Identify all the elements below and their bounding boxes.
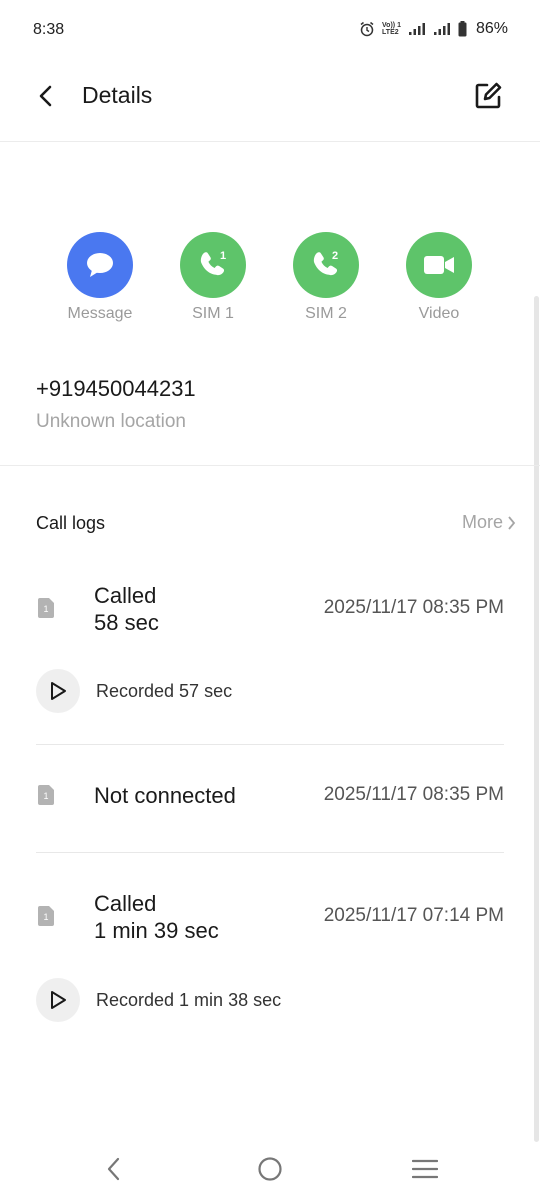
edit-icon	[475, 82, 502, 109]
video-label: Video	[418, 305, 460, 322]
sim-card-icon: 1	[38, 598, 54, 618]
message-icon	[87, 253, 113, 277]
call-log-item[interactable]: 1 Not connected 2025/11/17 08:35 PM	[36, 775, 504, 815]
contact-info: +919450044231 Unknown location	[36, 376, 196, 433]
call-log-item[interactable]: 1 Called 58 sec 2025/11/17 08:35 PM	[36, 580, 504, 640]
call-status-line1: Called	[94, 583, 157, 608]
message-action[interactable]: Message	[50, 232, 150, 323]
recording-label: Recorded 57 sec	[96, 681, 233, 701]
play-button[interactable]	[36, 669, 80, 713]
alarm-icon	[359, 21, 375, 37]
nav-back-icon	[107, 1157, 120, 1181]
signal-sim2-icon	[433, 22, 451, 36]
play-icon	[51, 991, 66, 1009]
phone-sim1-icon: 1	[200, 250, 226, 276]
call-datetime: 2025/11/17 07:14 PM	[323, 905, 504, 926]
status-icons: Vo)) 1 LTE2 86%	[359, 20, 508, 38]
call-duration: 58 sec	[94, 610, 159, 635]
sim2-call-circle[interactable]: 2	[293, 232, 359, 298]
section-divider	[0, 465, 540, 466]
chevron-right-icon	[508, 515, 516, 530]
navigation-bar	[0, 1140, 540, 1200]
more-label: More	[461, 512, 503, 532]
message-label: Message	[67, 305, 133, 322]
video-call-action[interactable]: Video	[389, 232, 489, 323]
message-circle[interactable]	[67, 232, 133, 298]
sim1-call-action[interactable]: 1 SIM 1	[163, 232, 263, 323]
call-datetime: 2025/11/17 08:35 PM	[323, 784, 504, 805]
app-bar: Details	[0, 62, 540, 142]
page-title: Details	[82, 82, 153, 108]
nav-back-button[interactable]	[99, 1154, 129, 1184]
log-divider	[36, 744, 504, 745]
more-link[interactable]: More	[462, 512, 516, 533]
recording-row[interactable]: Recorded 57 sec	[36, 669, 504, 713]
call-datetime: 2025/11/17 08:35 PM	[323, 597, 504, 618]
sim-card-number: 1	[44, 791, 49, 801]
back-button[interactable]	[30, 80, 62, 112]
battery-icon	[458, 21, 467, 37]
nav-menu-icon	[412, 1159, 438, 1179]
play-button[interactable]	[36, 978, 80, 1022]
sim1-label: SIM 1	[192, 305, 234, 322]
action-buttons: Message 1 SIM 1 2 SIM 2 Video	[0, 232, 540, 332]
location-text: Unknown location	[36, 411, 186, 432]
scrollbar[interactable]	[534, 296, 539, 1142]
sim1-number: 1	[220, 250, 226, 262]
nav-menu-button[interactable]	[410, 1154, 440, 1184]
sim-card-number: 1	[44, 604, 49, 614]
sim-card-number: 1	[44, 912, 49, 922]
sim-card-icon: 1	[38, 785, 54, 805]
sim2-number: 2	[332, 250, 338, 262]
chevron-left-icon	[39, 85, 52, 107]
lte-top: Vo)) 1	[382, 22, 401, 29]
video-icon	[424, 256, 454, 274]
sim1-call-circle[interactable]: 1	[180, 232, 246, 298]
call-logs-header: Call logs More	[36, 510, 516, 538]
edit-button[interactable]	[472, 80, 504, 112]
sim2-call-action[interactable]: 2 SIM 2	[276, 232, 376, 323]
call-log-item[interactable]: 1 Called 1 min 39 sec 2025/11/17 07:14 P…	[36, 888, 504, 948]
nav-home-button[interactable]	[255, 1154, 285, 1184]
lte-badge: Vo)) 1 LTE2	[382, 22, 401, 36]
lte-bottom: LTE2	[382, 29, 399, 36]
call-status-line1: Called	[94, 891, 157, 916]
recording-label: Recorded 1 min 38 sec	[96, 990, 282, 1010]
call-logs-title: Call logs	[36, 513, 106, 533]
nav-home-icon	[258, 1157, 282, 1181]
phone-sim2-icon: 2	[313, 250, 338, 276]
sim-card-icon: 1	[38, 906, 54, 926]
call-duration: 1 min 39 sec	[94, 918, 219, 943]
phone-number[interactable]: +919450044231	[36, 376, 196, 402]
sim2-label: SIM 2	[305, 305, 347, 322]
recording-row[interactable]: Recorded 1 min 38 sec	[36, 978, 504, 1022]
video-call-circle[interactable]	[406, 232, 472, 298]
play-icon	[51, 682, 66, 700]
signal-sim1-icon	[408, 22, 426, 36]
status-bar: 8:38 Vo)) 1 LTE2 86%	[0, 0, 540, 62]
log-divider	[36, 852, 504, 853]
call-status: Called 1 min 39 sec	[94, 890, 219, 944]
call-status: Called 58 sec	[94, 582, 159, 636]
battery-percent: 86%	[475, 20, 508, 37]
status-time: 8:38	[33, 21, 65, 38]
call-status: Not connected	[94, 783, 236, 808]
